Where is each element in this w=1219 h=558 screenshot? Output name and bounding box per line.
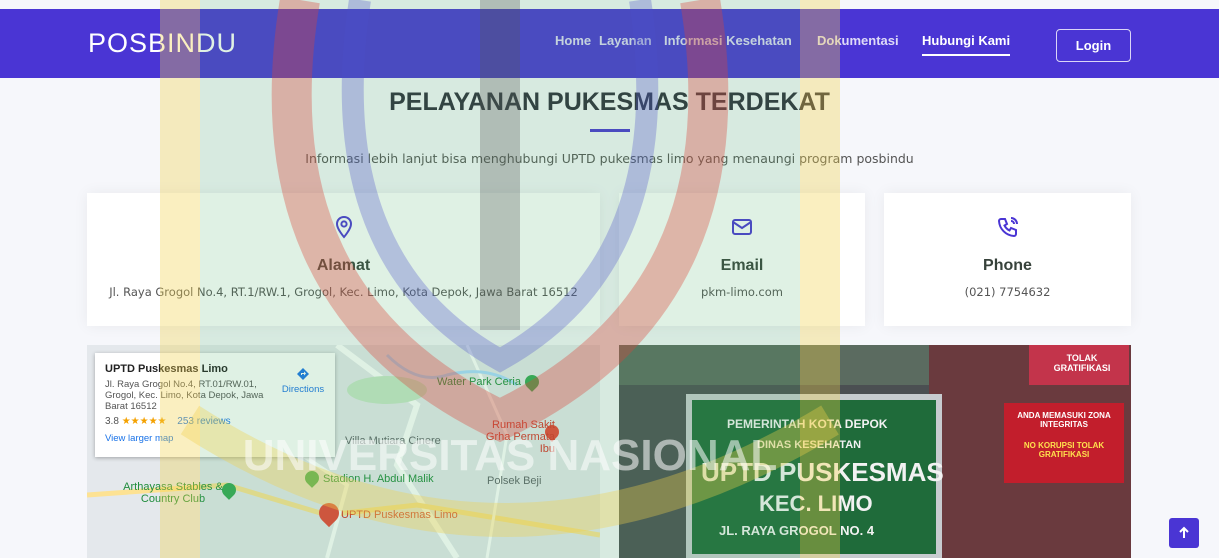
- directions-label: Directions: [281, 384, 325, 395]
- address-value: Jl. Raya Grogol No.4, RT.1/RW.1, Grogol,…: [109, 285, 578, 299]
- map-label-stadion[interactable]: Stadion H. Abdul Malik: [323, 473, 434, 485]
- sign-line-1: PEMERINTAH KOTA DEPOK: [727, 417, 888, 431]
- gratifikasi-banner: TOLAK GRATIFIKASI: [1053, 353, 1111, 373]
- address-label: Alamat: [316, 257, 371, 274]
- map-rating: 3.8 ★★★★★ 253 reviews: [105, 416, 325, 427]
- top-navbar: POSBINDU Home Layanan Informasi Kesehata…: [0, 9, 1219, 78]
- address-card: Alamat Jl. Raya Grogol No.4, RT.1/RW.1, …: [87, 193, 600, 326]
- section-subtitle: Informasi lebih lanjut bisa menghubungi …: [305, 151, 914, 166]
- map-label-arthayasa[interactable]: Arthayasa Stables & Country Club: [123, 481, 223, 505]
- map-label-polsek: Polsek Beji: [487, 475, 542, 487]
- envelope-icon: [732, 219, 752, 235]
- map-place-address: Jl. Raya Grogol No.4, RT.01/RW.01, Grogo…: [105, 379, 264, 412]
- map-pin-icon: [335, 215, 352, 239]
- nav-hubungi-kami[interactable]: Hubungi Kami: [922, 33, 1011, 56]
- puskesmas-photo: PEMERINTAH KOTA DEPOK DINAS KESEHATAN UP…: [619, 345, 1131, 558]
- nav-dokumentasi[interactable]: Dokumentasi: [817, 33, 899, 48]
- directions-icon: [297, 368, 309, 380]
- view-larger-map-link[interactable]: View larger map: [105, 433, 325, 444]
- brand-logo[interactable]: POSBINDU: [88, 28, 237, 59]
- nav-home[interactable]: Home: [555, 33, 591, 48]
- map-label-villa: Villa Mutiara Cinere: [345, 435, 441, 447]
- map-label-rumah-sakit[interactable]: Rumah Sakit Grha Permata Ibu: [475, 419, 555, 455]
- nav-layanan[interactable]: Layanan: [599, 33, 652, 48]
- sign-line-5: JL. RAYA GROGOL NO. 4: [719, 523, 875, 538]
- email-card: Email pkm-limo.com: [619, 193, 865, 326]
- phone-label: Phone: [983, 257, 1032, 274]
- arrow-up-icon: [1179, 526, 1189, 538]
- login-button[interactable]: Login: [1056, 29, 1131, 62]
- map-label-uptd[interactable]: UPTD Puskesmas Limo: [341, 509, 458, 521]
- map-rating-value: 3.8: [105, 416, 119, 427]
- email-value[interactable]: pkm-limo.com: [619, 285, 865, 299]
- phone-value[interactable]: (021) 7754632: [884, 285, 1131, 299]
- scroll-to-top-button[interactable]: [1169, 518, 1199, 548]
- directions-button[interactable]: Directions: [281, 367, 325, 395]
- star-icons: ★★★★★: [121, 416, 167, 427]
- phone-card: Phone (021) 7754632: [884, 193, 1131, 326]
- integrity-banner: ANDA MEMASUKI ZONA INTEGRITAS: [1017, 411, 1111, 429]
- sign-line-3: UPTD PUSKESMAS: [701, 457, 944, 487]
- email-label: Email: [720, 257, 764, 274]
- title-underline: [590, 129, 630, 132]
- google-map[interactable]: UPTD Puskesmas Limo Jl. Raya Grogol No.4…: [87, 345, 600, 558]
- section-title: PELAYANAN PUKESMAS TERDEKAT: [389, 88, 830, 116]
- map-place-card: UPTD Puskesmas Limo Jl. Raya Grogol No.4…: [95, 353, 335, 457]
- sign-line-4: KEC. LIMO: [759, 491, 873, 516]
- nav-informasi-kesehatan[interactable]: Informasi Kesehatan: [664, 33, 792, 48]
- map-reviews-link[interactable]: 253 reviews: [177, 416, 230, 427]
- phone-icon: [997, 217, 1018, 238]
- no-korupsi-banner: NO KORUPSI TOLAK GRATIFIKASI: [1023, 441, 1105, 459]
- sign-line-2: DINAS KESEHATAN: [757, 439, 862, 451]
- map-label-water-park[interactable]: Water Park Ceria: [437, 376, 521, 388]
